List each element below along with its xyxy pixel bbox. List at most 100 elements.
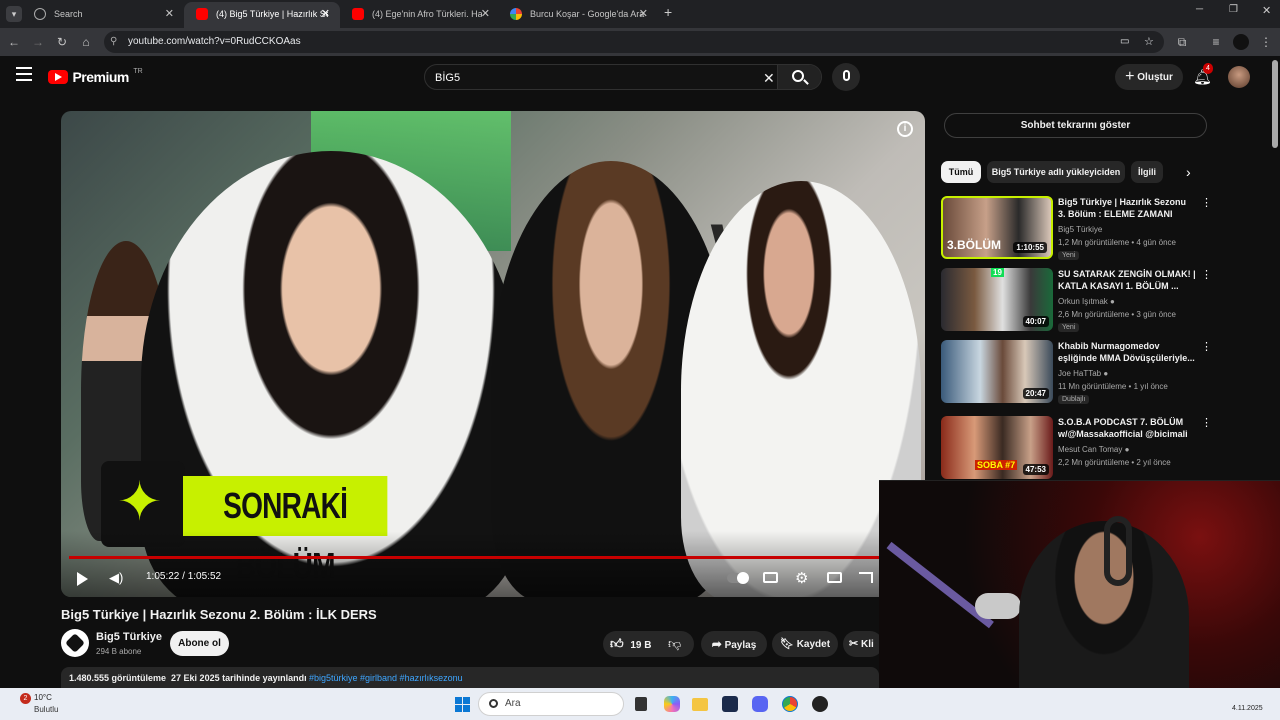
- volume-icon[interactable]: ◀︎): [109, 570, 123, 586]
- close-tab-icon[interactable]: ✕: [481, 2, 490, 26]
- browser-tab-google[interactable]: Burcu Koşar - Google'da Ara ✕: [498, 2, 658, 28]
- dislike-button[interactable]: 👎︎: [668, 636, 681, 652]
- media-icon[interactable]: ≡: [1208, 34, 1224, 50]
- address-bar[interactable]: ⚲ youtube.com/watch?v=0RudCCKOAas ▭ ☆: [104, 31, 1164, 53]
- reload-icon[interactable]: ↻: [54, 34, 70, 50]
- play-button[interactable]: [77, 572, 88, 586]
- task-view-icon[interactable]: [635, 697, 647, 711]
- new-tab-button[interactable]: +: [664, 4, 672, 20]
- voice-search-button[interactable]: [832, 63, 860, 91]
- like-button[interactable]: 👍︎ 19 B: [610, 631, 652, 657]
- chip-related[interactable]: İlgili: [1131, 161, 1163, 183]
- share-button[interactable]: ➦ Paylaş: [701, 631, 767, 657]
- more-options-icon[interactable]: ⋮: [1201, 340, 1212, 353]
- close-tab-icon[interactable]: ✕: [639, 2, 648, 26]
- clear-search-icon[interactable]: ✕: [763, 65, 775, 91]
- video-info-icon[interactable]: i: [897, 121, 913, 137]
- cast-icon[interactable]: [859, 572, 873, 583]
- file-explorer-icon[interactable]: [692, 698, 708, 711]
- taskbar-search-box[interactable]: Ara: [478, 692, 624, 716]
- video-thumbnail[interactable]: 20:47: [941, 340, 1053, 403]
- weather-widget[interactable]: 2 10°C Bulutlu: [12, 692, 82, 716]
- home-icon[interactable]: ⌂: [78, 34, 94, 50]
- extensions-icon[interactable]: ⧉: [1174, 34, 1190, 50]
- taskbar-date: 4.11.2025: [1232, 705, 1263, 712]
- channel-name: Joe HaTTab: [1058, 369, 1102, 378]
- back-arrow-icon[interactable]: ←: [6, 34, 22, 50]
- obs-icon[interactable]: [812, 696, 828, 712]
- browser-tab-youtube-big5[interactable]: (4) Big5 Türkiye | Hazırlık Sezon ✕: [184, 2, 340, 28]
- youtube-premium-logo[interactable]: Premium TR: [48, 68, 143, 88]
- chat-replay-button[interactable]: Sohbet tekrarını göster: [944, 113, 1207, 138]
- video-meta: 11 Mn görüntüleme • 1 yıl önce: [1058, 382, 1168, 391]
- tab-search-dropdown[interactable]: ▾: [6, 6, 22, 22]
- video-thumbnail[interactable]: 3.BÖLÜM 1:10:55: [941, 196, 1053, 259]
- save-button[interactable]: 🔖︎ Kaydet: [772, 631, 838, 657]
- browser-tab-youtube-ege[interactable]: (4) Ege'nin Afro Türkleri. Harika ✕: [340, 2, 500, 28]
- video-thumbnail[interactable]: SOBA #7 47:53: [941, 416, 1053, 479]
- channel-name[interactable]: Big5 Türkiye: [96, 631, 162, 643]
- account-avatar[interactable]: [1228, 66, 1250, 88]
- hamburger-menu-icon[interactable]: [16, 67, 32, 81]
- more-options-icon[interactable]: ⋮: [1201, 416, 1212, 429]
- chips-next-arrow-icon[interactable]: ›: [1186, 164, 1191, 180]
- restore-button[interactable]: ❐: [1229, 4, 1238, 15]
- close-tab-icon[interactable]: ✕: [321, 2, 330, 26]
- visual-studio-icon[interactable]: [722, 696, 738, 712]
- copilot-icon[interactable]: [664, 696, 680, 712]
- miniplayer-icon[interactable]: [827, 572, 842, 583]
- recommended-video[interactable]: 3.BÖLÜM 1:10:55 Big5 Türkiye | Hazırlık …: [941, 196, 1212, 260]
- minimize-button[interactable]: ─: [1196, 4, 1203, 15]
- video-player[interactable]: wpe i ✦ SONRAKİ BÖLÜM ◀︎) 1:05:22 / 1:05…: [61, 111, 925, 597]
- discord-icon[interactable]: [752, 696, 768, 712]
- video-thumbnail[interactable]: 19 40:07: [941, 268, 1053, 331]
- description-box[interactable]: 1.480.555 görüntüleme 27 Eki 2025 tarihi…: [61, 667, 879, 689]
- video-channel[interactable]: Mesut Can Tomay ●: [1058, 445, 1129, 454]
- chip-uploader[interactable]: Big5 Türkiye adlı yükleyiciden: [987, 161, 1125, 183]
- subscriber-count: 294 B abone: [96, 647, 142, 656]
- more-options-icon[interactable]: ⋮: [1201, 268, 1212, 281]
- search-button[interactable]: [777, 65, 821, 89]
- video-title[interactable]: S.O.B.A PODCAST 7. BÖLÜM w/@Massakaoffic…: [1058, 416, 1196, 440]
- channel-name: Orkun Işıtmak: [1058, 297, 1108, 306]
- cast-icon[interactable]: ▭: [1120, 31, 1129, 53]
- close-window-button[interactable]: ✕: [1262, 4, 1271, 17]
- channel-avatar[interactable]: [61, 629, 89, 657]
- bookmark-star-icon[interactable]: ☆: [1144, 31, 1154, 53]
- chip-all[interactable]: Tümü: [941, 161, 981, 183]
- recommended-video[interactable]: 20:47 Khabib Nurmagomedov eşliğinde MMA …: [941, 340, 1212, 404]
- recommended-video[interactable]: SOBA #7 47:53 S.O.B.A PODCAST 7. BÖLÜM w…: [941, 416, 1212, 480]
- notifications-button[interactable]: 🔔︎ 4: [1193, 63, 1213, 86]
- forward-arrow-icon[interactable]: →: [30, 34, 46, 50]
- windows-start-icon[interactable]: [455, 697, 470, 712]
- clip-button[interactable]: ✂ Kli: [843, 631, 883, 657]
- search-box[interactable]: BİG5 ✕: [424, 64, 822, 90]
- youtube-icon: [352, 8, 364, 20]
- tab-title: (4) Big5 Türkiye | Hazırlık Sezon: [216, 9, 328, 19]
- video-channel[interactable]: Orkun Işıtmak ●: [1058, 297, 1115, 306]
- video-channel[interactable]: Joe HaTTab ●: [1058, 369, 1108, 378]
- autoplay-toggle[interactable]: [727, 572, 749, 584]
- video-title[interactable]: Khabib Nurmagomedov eşliğinde MMA Dövüşç…: [1058, 340, 1196, 364]
- search-input[interactable]: BİG5: [435, 65, 460, 91]
- description-hashtags[interactable]: #big5türkiye #girlband #hazırlıksezonu: [309, 673, 463, 683]
- next-episode-overlay[interactable]: SONRAKİ BÖLÜM: [183, 476, 388, 586]
- page-scrollbar[interactable]: [1272, 60, 1278, 148]
- settings-gear-icon[interactable]: ⚙: [795, 569, 808, 587]
- profile-avatar-icon[interactable]: [1233, 34, 1249, 50]
- create-button[interactable]: + Oluştur: [1115, 64, 1183, 90]
- video-title[interactable]: Big5 Türkiye | Hazırlık Sezonu 3. Bölüm …: [1058, 196, 1196, 220]
- more-options-icon[interactable]: ⋮: [1201, 196, 1212, 209]
- browser-tab-search[interactable]: Search ✕: [22, 2, 184, 28]
- video-channel[interactable]: Big5 Türkiye: [1058, 225, 1102, 234]
- browser-menu-icon[interactable]: ⋮: [1258, 34, 1274, 50]
- site-info-icon[interactable]: ⚲: [110, 31, 117, 53]
- headphones: [1104, 516, 1132, 586]
- recommended-video[interactable]: 19 40:07 SU SATARAK ZENGİN OLMAK! | KATL…: [941, 268, 1212, 332]
- close-tab-icon[interactable]: ✕: [165, 2, 174, 26]
- chrome-icon[interactable]: [782, 696, 798, 712]
- video-title[interactable]: SU SATARAK ZENGİN OLMAK! | KATLA KASAYI …: [1058, 268, 1196, 292]
- subtitles-icon[interactable]: [763, 572, 778, 583]
- verified-icon: ●: [1103, 369, 1109, 378]
- subscribe-button[interactable]: Abone ol: [170, 631, 229, 656]
